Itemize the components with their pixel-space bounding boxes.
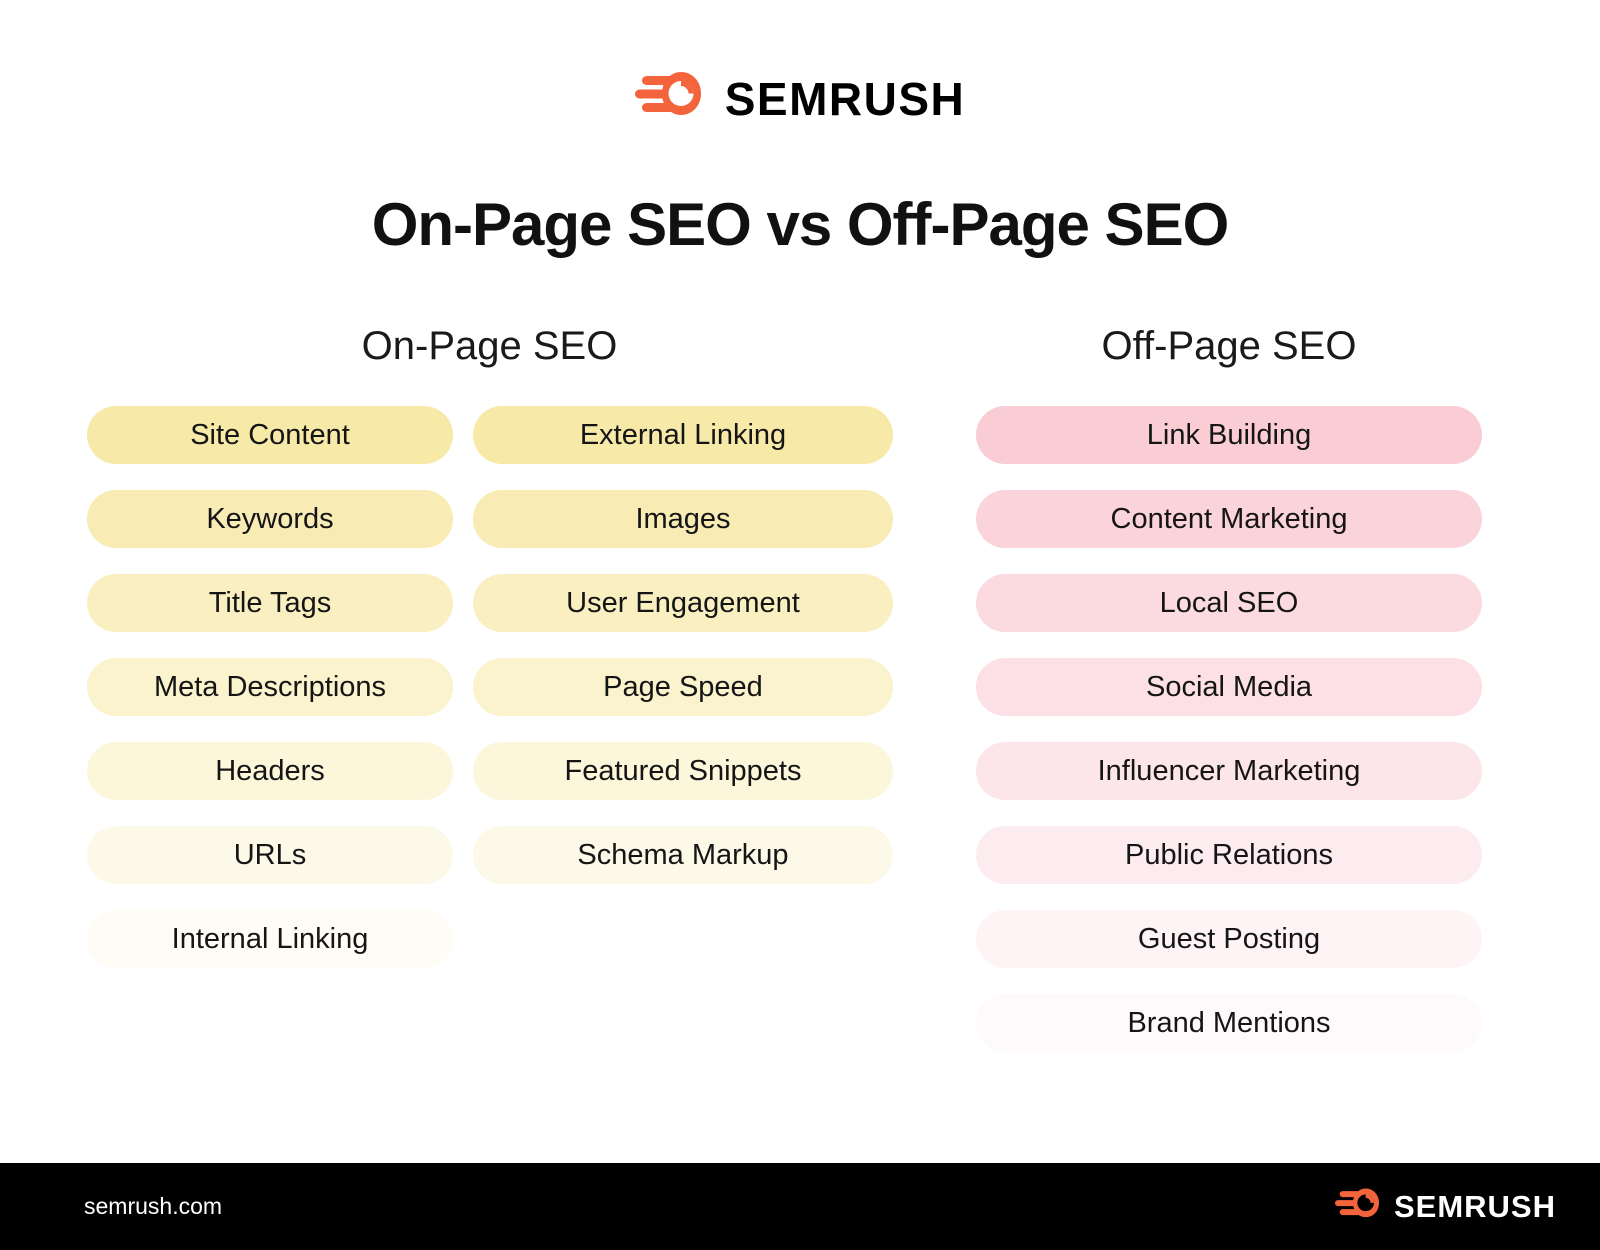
on-page-column-2: External Linking Images User Engagement Pag… [473,406,893,910]
list-item[interactable]: Title Tags [87,574,453,632]
list-item-label: Site Content [190,418,350,451]
list-item-label: Content Marketing [1110,502,1348,535]
list-item-label: Influencer Marketing [1097,754,1361,787]
list-item[interactable]: Featured Snippets [473,742,893,800]
section-heading-off-page: Off-Page SEO [1101,324,1357,368]
list-item[interactable]: Images [473,490,893,548]
list-item-label: Page Speed [603,670,763,703]
list-item-label: Internal Linking [171,922,369,955]
list-item[interactable]: Internal Linking [87,910,453,968]
list-item[interactable]: Keywords [87,490,453,548]
list-item[interactable]: Social Media [976,658,1482,716]
list-item[interactable]: Brand Mentions [976,994,1482,1052]
list-item-label: Keywords [206,502,334,535]
section-heading-on-page: On-Page SEO [361,324,618,368]
list-item[interactable]: User Engagement [473,574,893,632]
list-item[interactable]: Headers [87,742,453,800]
list-item[interactable]: Page Speed [473,658,893,716]
list-item-label: Headers [215,754,325,787]
semrush-comet-icon [634,70,707,127]
semrush-comet-icon [1334,1187,1383,1227]
list-item[interactable]: Schema Markup [473,826,893,884]
list-item[interactable]: Local SEO [976,574,1482,632]
list-item[interactable]: URLs [87,826,453,884]
footer-bar: semrush.com SEMRUSH [0,1163,1600,1250]
on-page-column-1: Site Content Keywords Title Tags Meta Descr… [87,406,453,994]
off-page-column: Link Building Content Marketing Local SEO S… [976,406,1482,1078]
footer-website-url[interactable]: semrush.com [84,1195,222,1218]
list-item[interactable]: External Linking [473,406,893,464]
list-item-label: Featured Snippets [564,754,802,787]
list-item[interactable]: Influencer Marketing [976,742,1482,800]
list-item-label: Guest Posting [1137,922,1321,955]
section-headings: On-Page SEO Off-Page SEO [0,322,1600,378]
list-item[interactable]: Content Marketing [976,490,1482,548]
list-item-label: Social Media [1145,670,1313,703]
list-item-label: Meta Descriptions [153,670,387,703]
footer-wordmark: SEMRUSH [1393,1189,1556,1224]
list-item-label: User Engagement [566,586,800,619]
list-item[interactable]: Site Content [87,406,453,464]
list-item[interactable]: Public Relations [976,826,1482,884]
list-item[interactable]: Link Building [976,406,1482,464]
list-item-label: Title Tags [208,586,332,619]
list-item-label: Link Building [1146,418,1312,451]
header-brand-logo: SEMRUSH [0,70,1600,127]
list-item[interactable]: Guest Posting [976,910,1482,968]
list-item[interactable]: Meta Descriptions [87,658,453,716]
list-item-label: Local SEO [1159,586,1299,619]
page-title: On-Page SEO vs Off-Page SEO [371,191,1230,258]
list-item-label: URLs [233,838,307,871]
list-item-label: External Linking [579,418,787,451]
list-item-label: Brand Mentions [1127,1006,1331,1039]
list-item-label: Images [635,502,731,535]
list-item-label: Public Relations [1125,838,1333,871]
brand-wordmark: SEMRUSH [724,72,966,125]
list-item-label: Schema Markup [577,838,789,871]
footer-brand-logo: SEMRUSH [1334,1187,1556,1227]
